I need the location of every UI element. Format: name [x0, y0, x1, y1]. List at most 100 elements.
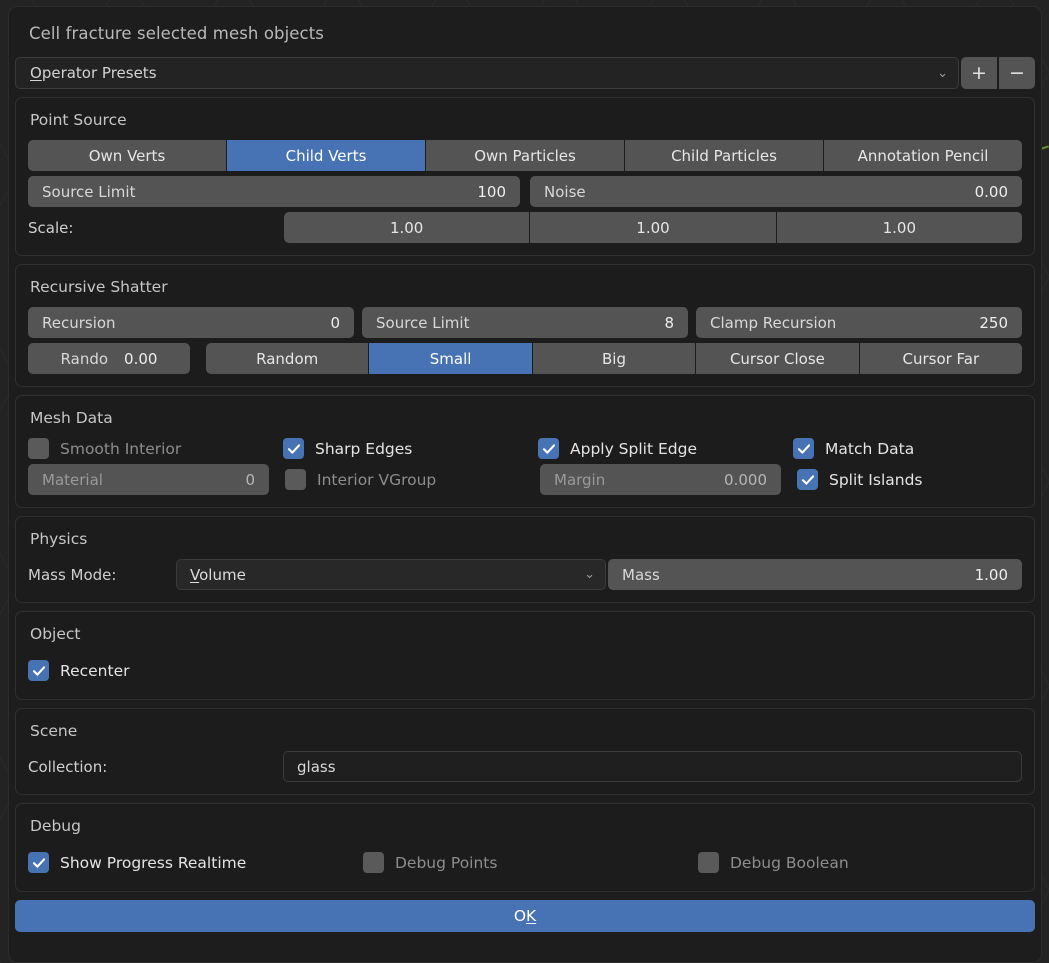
mass-mode-value: olume — [199, 565, 246, 584]
scale-x-field[interactable]: 1.00 — [284, 212, 530, 243]
remove-preset-button[interactable]: − — [999, 57, 1035, 89]
checkbox-label-recenter: Recenter — [60, 661, 130, 680]
checkbox-box-icon — [285, 469, 306, 490]
rando-field[interactable]: Rando 0.00 — [28, 343, 190, 374]
checkbox-show-progress-realtime[interactable]: Show Progress Realtime — [28, 852, 361, 873]
mass-mode-dropdown[interactable]: Volume ⌄ — [176, 559, 606, 590]
check-icon — [28, 660, 49, 681]
scene-title: Scene — [30, 722, 78, 740]
chevron-down-icon: ⌄ — [584, 567, 595, 582]
margin-field[interactable]: Margin 0.000 — [540, 464, 781, 495]
recenter-row: Recenter — [28, 654, 1022, 687]
cell-fracture-dialog: Cell fracture selected mesh objects Oper… — [8, 6, 1042, 963]
operator-presets-dropdown[interactable]: Operator Presets ⌄ — [15, 57, 959, 89]
check-icon — [28, 852, 49, 873]
scale-z-field[interactable]: 1.00 — [776, 212, 1022, 243]
recursive-source-limit-label: Source Limit — [376, 313, 470, 332]
dialog-title: Cell fracture selected mesh objects — [29, 24, 324, 43]
recursive-shatter-toggle-group: Random Small Big Cursor Close Cursor Far — [206, 343, 1023, 374]
mesh-data-panel: Mesh Data Smooth Interior Sharp Edges Ap… — [15, 395, 1035, 508]
toggle-child-verts[interactable]: Child Verts — [227, 140, 425, 171]
recursion-field[interactable]: Recursion 0 — [28, 307, 354, 338]
toggle-own-verts[interactable]: Own Verts — [28, 140, 226, 171]
checkbox-match-data[interactable]: Match Data — [793, 438, 914, 459]
object-title: Object — [30, 625, 81, 643]
noise-label: Noise — [544, 182, 586, 201]
checkbox-label-sharp-edges: Sharp Edges — [315, 439, 413, 458]
checkbox-apply-split-edge[interactable]: Apply Split Edge — [538, 438, 791, 459]
checkbox-label-split-islands: Split Islands — [829, 470, 923, 489]
debug-checkbox-row: Show Progress Realtime Debug Points Debu… — [28, 846, 1022, 879]
toggle-big[interactable]: Big — [532, 343, 696, 374]
operator-presets-row: Operator Presets ⌄ + − — [15, 57, 1035, 89]
checkbox-label-apply-split-edge: Apply Split Edge — [570, 439, 697, 458]
material-label: Material — [42, 470, 103, 489]
mass-mode-row: Mass Mode: Volume ⌄ Mass 1.00 — [28, 559, 1022, 590]
toggle-cursor-far[interactable]: Cursor Far — [859, 343, 1023, 374]
recursive-source-limit-field[interactable]: Source Limit 8 — [362, 307, 688, 338]
checkbox-box-icon — [28, 438, 49, 459]
mass-value: 1.00 — [974, 565, 1008, 584]
checkbox-label-smooth-interior: Smooth Interior — [60, 439, 182, 458]
chevron-down-icon: ⌄ — [937, 65, 948, 81]
toggle-cursor-close[interactable]: Cursor Close — [696, 343, 859, 374]
check-icon — [538, 438, 559, 459]
mesh-data-checkbox-row: Smooth Interior Sharp Edges Apply Split … — [28, 438, 1022, 459]
checkbox-label-show-progress-realtime: Show Progress Realtime — [60, 853, 247, 872]
checkbox-split-islands[interactable]: Split Islands — [797, 469, 922, 490]
toggle-child-particles[interactable]: Child Particles — [625, 140, 823, 171]
point-source-title: Point Source — [30, 111, 127, 129]
collection-input[interactable]: glass — [283, 751, 1022, 782]
ok-button[interactable]: OK — [15, 900, 1035, 932]
ok-accel-key: K — [526, 907, 537, 925]
checkbox-debug-boolean[interactable]: Debug Boolean — [698, 852, 849, 873]
recursive-shatter-toggle-row: Rando 0.00 Random Small Big Cursor Close… — [28, 343, 1023, 374]
toggle-random[interactable]: Random — [206, 343, 369, 374]
toggle-small[interactable]: Small — [369, 343, 532, 374]
checkbox-interior-vgroup[interactable]: Interior VGroup — [285, 469, 538, 490]
checkbox-debug-points[interactable]: Debug Points — [363, 852, 696, 873]
checkbox-sharp-edges[interactable]: Sharp Edges — [283, 438, 536, 459]
debug-title: Debug — [30, 817, 81, 835]
clamp-recursion-field[interactable]: Clamp Recursion 250 — [696, 307, 1022, 338]
checkbox-smooth-interior[interactable]: Smooth Interior — [28, 438, 281, 459]
clamp-recursion-value: 250 — [979, 313, 1008, 332]
mesh-data-second-row: Material 0 Interior VGroup Margin 0.000 … — [28, 464, 1022, 495]
point-source-toggle-group: Own Verts Child Verts Own Particles Chil… — [28, 140, 1022, 171]
checkbox-recenter[interactable]: Recenter — [28, 660, 129, 681]
source-limit-field[interactable]: Source Limit 100 — [28, 176, 520, 207]
clamp-recursion-label: Clamp Recursion — [710, 313, 837, 332]
preset-label: perator Presets — [41, 64, 157, 82]
recursive-shatter-panel: Recursive Shatter Recursion 0 Source Lim… — [15, 264, 1035, 387]
rando-value: 0.00 — [124, 349, 158, 368]
object-panel: Object Recenter — [15, 611, 1035, 700]
noise-field[interactable]: Noise 0.00 — [530, 176, 1022, 207]
checkbox-box-icon — [698, 852, 719, 873]
material-field[interactable]: Material 0 — [28, 464, 269, 495]
recursion-label: Recursion — [42, 313, 116, 332]
source-limit-label: Source Limit — [42, 182, 136, 201]
add-preset-button[interactable]: + — [961, 57, 997, 89]
debug-panel: Debug Show Progress Realtime Debug Point… — [15, 803, 1035, 892]
recursive-shatter-title: Recursive Shatter — [30, 278, 168, 296]
check-icon — [797, 469, 818, 490]
checkbox-label-interior-vgroup: Interior VGroup — [317, 470, 437, 489]
scale-row: Scale: 1.00 1.00 1.00 — [28, 212, 1022, 243]
margin-label: Margin — [554, 470, 606, 489]
rando-label: Rando — [60, 349, 109, 368]
mass-mode-label: Mass Mode: — [28, 565, 117, 584]
scale-field-group: 1.00 1.00 1.00 — [284, 212, 1022, 243]
scale-label: Scale: — [28, 218, 74, 237]
mass-field[interactable]: Mass 1.00 — [608, 559, 1022, 590]
point-source-panel: Point Source Own Verts Child Verts Own P… — [15, 97, 1035, 256]
check-icon — [793, 438, 814, 459]
toggle-annotation-pencil[interactable]: Annotation Pencil — [824, 140, 1022, 171]
scale-y-field[interactable]: 1.00 — [530, 212, 776, 243]
checkbox-box-icon — [363, 852, 384, 873]
collection-label: Collection: — [28, 757, 108, 776]
toggle-own-particles[interactable]: Own Particles — [426, 140, 624, 171]
mass-label: Mass — [622, 565, 660, 584]
mesh-data-title: Mesh Data — [30, 409, 113, 427]
checkbox-label-debug-points: Debug Points — [395, 853, 498, 872]
physics-title: Physics — [30, 530, 88, 548]
